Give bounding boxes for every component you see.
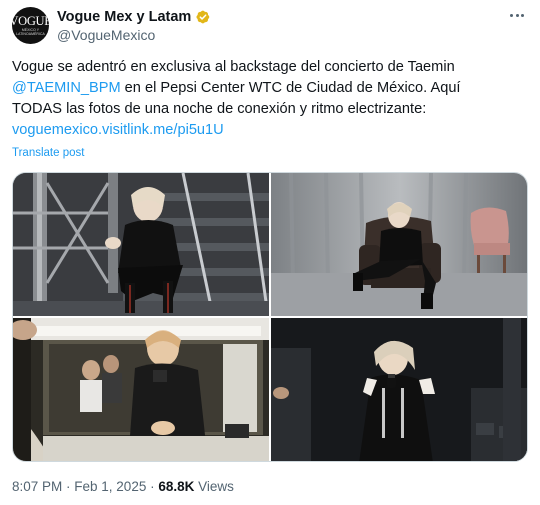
tweet-time[interactable]: 8:07 PM bbox=[12, 479, 62, 494]
verified-gold-icon[interactable] bbox=[195, 9, 211, 25]
tweet-date[interactable]: Feb 1, 2025 bbox=[74, 479, 146, 494]
mention-link[interactable]: @TAEMIN_BPM bbox=[12, 80, 121, 96]
more-options-icon[interactable] bbox=[507, 8, 527, 22]
tweet-text-line-2-rest: en el Pepsi Center WTC de Ciudad de Méxi… bbox=[120, 80, 461, 96]
media-grid bbox=[12, 172, 528, 462]
views-count[interactable]: 68.8K bbox=[158, 479, 194, 494]
avatar[interactable]: VOGUE MÉXICO Y LATINOAMÉRICA bbox=[12, 7, 49, 44]
translate-post-link[interactable]: Translate post bbox=[12, 147, 84, 159]
avatar-logo-subtext: MÉXICO Y LATINOAMÉRICA bbox=[16, 28, 45, 36]
meta-separator: · bbox=[62, 479, 75, 494]
tweet-text-line-1: Vogue se adentró en exclusiva al backsta… bbox=[12, 59, 455, 75]
views-label: Views bbox=[194, 479, 234, 494]
tweet-card: VOGUE MÉXICO Y LATINOAMÉRICA Vogue Mex y… bbox=[0, 0, 540, 505]
photo-armchair[interactable] bbox=[271, 173, 527, 316]
photo-stairs[interactable] bbox=[13, 173, 269, 316]
avatar-logo-text: VOGUE bbox=[12, 14, 49, 28]
photo-mirror[interactable] bbox=[13, 318, 269, 461]
photo-backstage[interactable] bbox=[271, 318, 527, 461]
tweet-text-line-3: TODAS las fotos de una noche de conexión… bbox=[12, 101, 427, 117]
tweet-meta: 8:07 PM · Feb 1, 2025 · 68.8K Views bbox=[12, 479, 234, 494]
url-link[interactable]: voguemexico.visitlink.me/pi5u1U bbox=[12, 120, 528, 141]
author-name-row: Vogue Mex y Latam bbox=[57, 8, 211, 26]
tweet-text-line-2: @TAEMIN_BPM en el Pepsi Center WTC de Ci… bbox=[12, 78, 528, 99]
tweet-text: Vogue se adentró en exclusiva al backsta… bbox=[12, 57, 528, 141]
author-display-name[interactable]: Vogue Mex y Latam bbox=[57, 9, 191, 25]
author-handle[interactable]: @VogueMexico bbox=[57, 27, 155, 43]
meta-separator-2: · bbox=[146, 479, 159, 494]
